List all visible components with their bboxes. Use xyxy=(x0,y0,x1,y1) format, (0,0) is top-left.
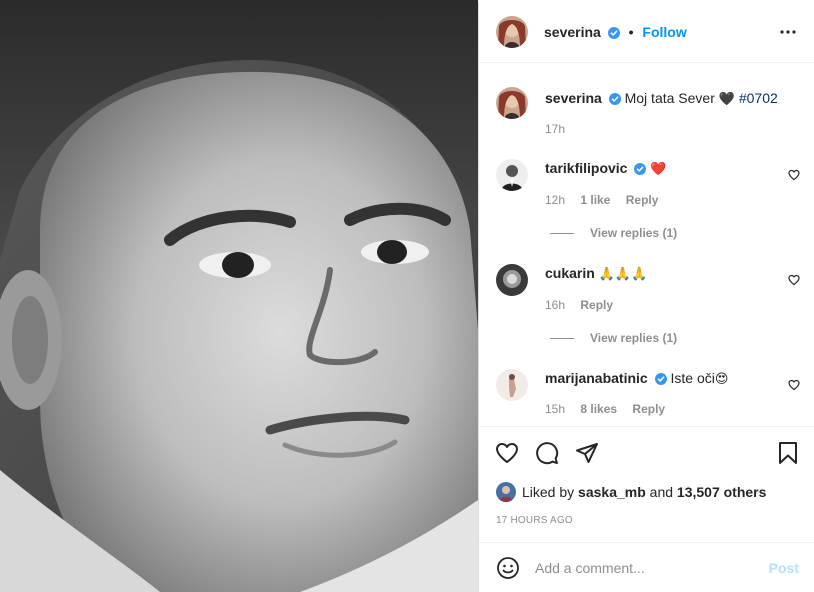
liked-by-others[interactable]: 13,507 others xyxy=(677,484,767,500)
comment-input[interactable] xyxy=(535,557,755,579)
more-options-icon[interactable] xyxy=(779,22,797,47)
caption-time[interactable]: 17h xyxy=(545,122,565,136)
caption-hashtag[interactable]: #0702 xyxy=(739,90,778,106)
comment-username[interactable]: marijanabatinic xyxy=(545,370,648,386)
comment-time[interactable]: 12h xyxy=(545,193,565,207)
comment-time[interactable]: 15h xyxy=(545,402,565,416)
author-username[interactable]: severina xyxy=(544,24,601,40)
view-replies-label: View replies (1) xyxy=(590,226,678,240)
liker-avatar[interactable] xyxy=(496,482,516,502)
like-comment-heart-icon[interactable] xyxy=(788,168,800,186)
view-replies-button[interactable]: View replies (1) xyxy=(550,331,677,345)
verified-badge-icon xyxy=(654,372,667,388)
replies-divider xyxy=(550,233,574,235)
liked-by[interactable]: Liked by saska_mb and 13,507 others xyxy=(496,482,766,502)
reply-button[interactable]: Reply xyxy=(580,298,613,312)
verified-badge-icon xyxy=(608,92,621,108)
verified-badge-icon xyxy=(607,26,620,42)
comment-text: 🙏🙏🙏 xyxy=(598,267,648,282)
comment-time[interactable]: 16h xyxy=(545,298,565,312)
post-photo[interactable] xyxy=(0,0,478,592)
comment-text: ❤️ xyxy=(650,162,667,177)
post-comment-button[interactable]: Post xyxy=(769,560,799,576)
black-heart-emoji: 🖤 xyxy=(718,92,735,107)
comment-username[interactable]: cukarin xyxy=(545,265,595,281)
post-timestamp[interactable]: 17 HOURS AGO xyxy=(496,515,573,526)
reply-button[interactable]: Reply xyxy=(632,402,665,416)
post-side-panel: severina • Follow severina Moj tata Seve… xyxy=(478,2,814,592)
comments-list[interactable]: severina Moj tata Sever 🖤 #0702 17h tari… xyxy=(479,64,814,426)
add-comment-bar: Post xyxy=(479,542,814,592)
commenter-avatar[interactable] xyxy=(496,159,528,191)
replies-divider xyxy=(550,338,574,340)
caption-text: Moj tata Sever xyxy=(624,90,715,106)
comment-username[interactable]: tarikfilipovic xyxy=(545,160,627,176)
emoji-smiley-icon[interactable] xyxy=(496,556,520,585)
verified-badge-icon xyxy=(634,162,647,178)
like-comment-heart-icon[interactable] xyxy=(788,378,800,396)
share-send-icon[interactable] xyxy=(575,441,599,470)
liked-by-connector: and xyxy=(649,484,674,500)
commenter-avatar[interactable] xyxy=(496,264,528,296)
portrait-image xyxy=(0,0,478,592)
comment-text: Iste oči xyxy=(670,370,715,386)
liked-by-prefix: Liked by xyxy=(522,484,575,500)
like-comment-heart-icon[interactable] xyxy=(788,273,800,291)
post-header: severina • Follow xyxy=(479,2,814,63)
reply-button[interactable]: Reply xyxy=(626,193,659,207)
save-bookmark-icon[interactable] xyxy=(777,441,799,470)
comment-likes[interactable]: 1 like xyxy=(580,193,610,207)
heart-eyes-emoji: 😍 xyxy=(714,372,729,387)
commenter-avatar[interactable] xyxy=(496,369,528,401)
comment-likes[interactable]: 8 likes xyxy=(580,402,617,416)
header-separator: • xyxy=(628,24,634,40)
view-replies-label: View replies (1) xyxy=(590,331,678,345)
liked-by-user[interactable]: saska_mb xyxy=(578,484,646,500)
comment-bubble-icon[interactable] xyxy=(535,441,559,470)
caption-author-avatar[interactable] xyxy=(496,87,528,119)
post-actions: Liked by saska_mb and 13,507 others 17 H… xyxy=(479,426,814,542)
view-replies-button[interactable]: View replies (1) xyxy=(550,226,677,240)
caption-username[interactable]: severina xyxy=(545,90,602,106)
follow-button[interactable]: Follow xyxy=(642,24,686,40)
like-heart-icon[interactable] xyxy=(495,441,519,470)
author-avatar[interactable] xyxy=(496,16,528,48)
